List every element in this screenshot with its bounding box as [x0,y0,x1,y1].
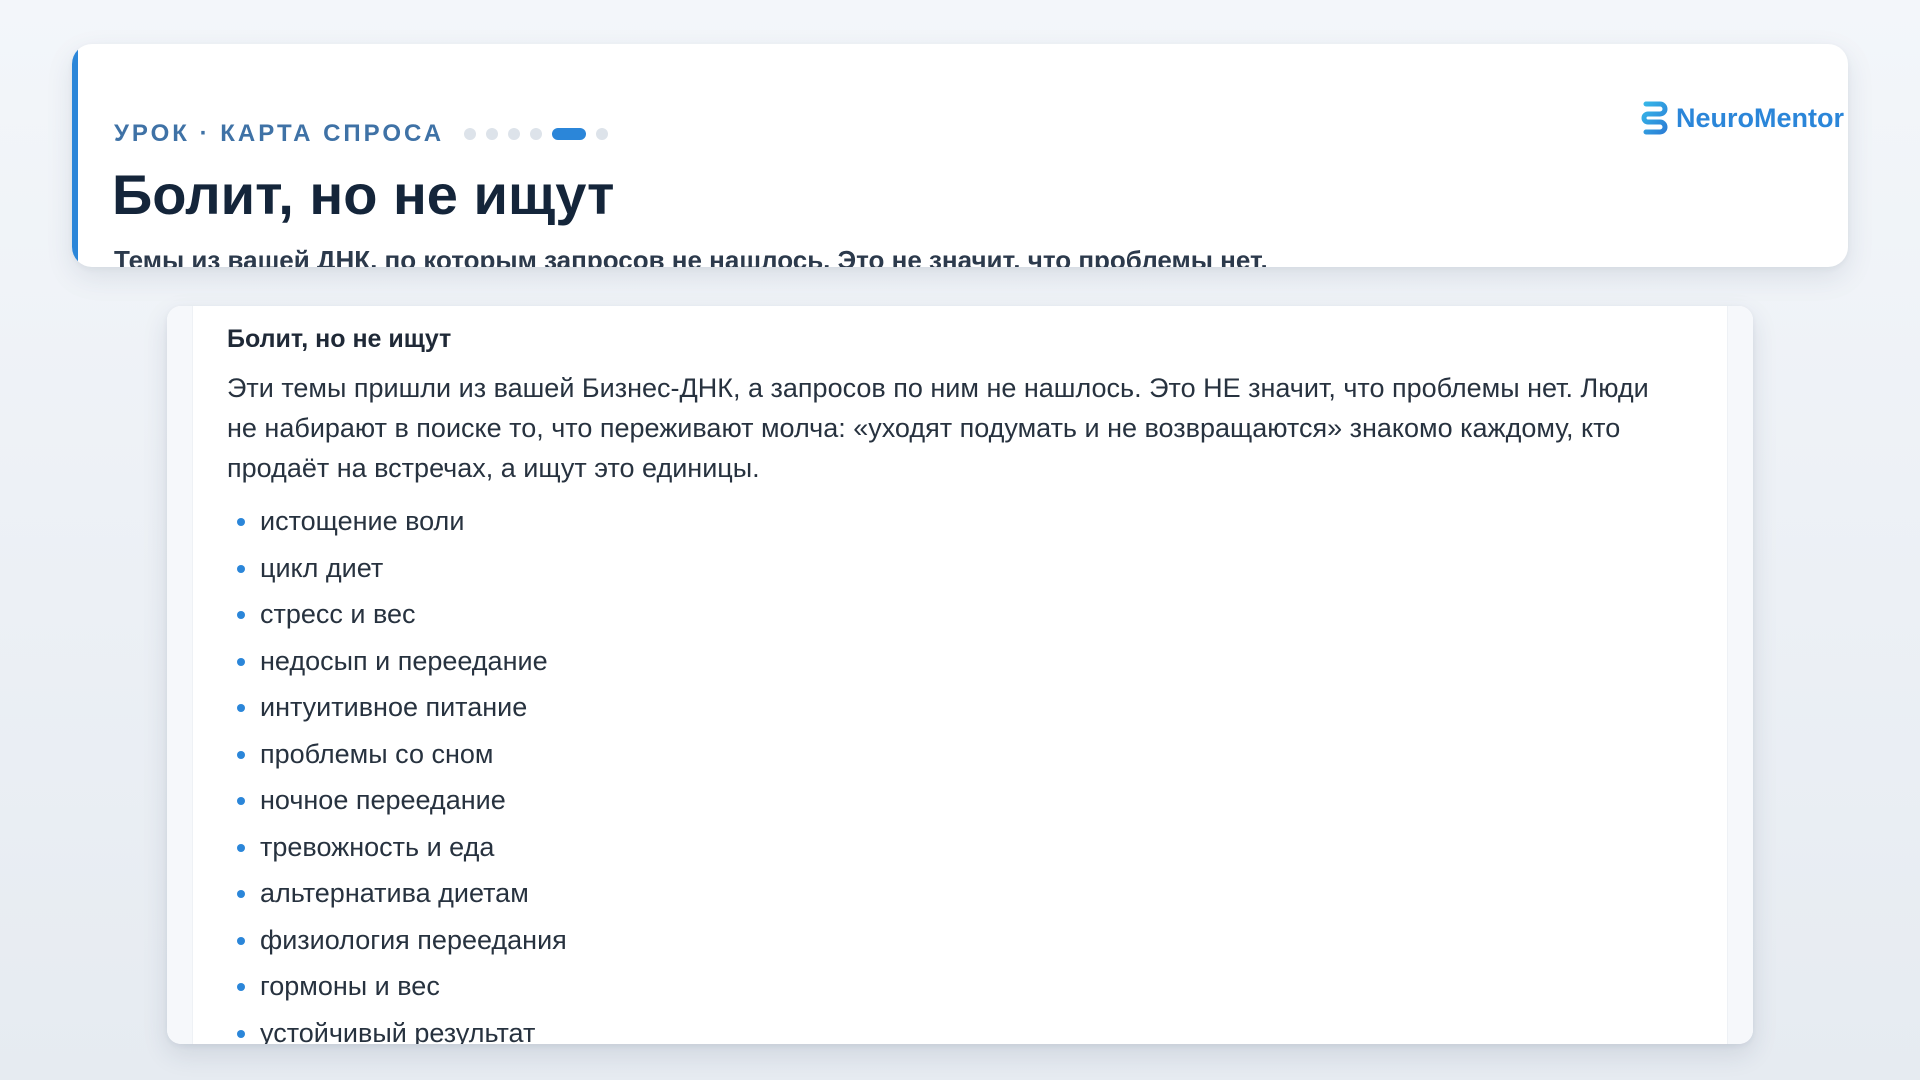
bullet-icon [237,564,245,573]
progress-dot [530,128,543,140]
content-inner: Болит, но не ищут Эти темы пришли из ваш… [227,316,1693,1044]
bullet-icon [237,750,245,759]
list-item: тревожность и еда [227,824,1693,871]
list-item: интуитивное питание [227,684,1693,731]
bullet-icon [237,797,245,805]
section-description: Эти темы пришли из вашей Бизнес-ДНК, а з… [227,373,1649,483]
topic-label: истощение воли [260,506,465,536]
page-subtitle: Темы из вашей ДНК, по которым запросов н… [114,245,1268,267]
lesson-progress-dots [464,128,618,140]
topic-label: альтернатива диетам [260,878,529,908]
progress-dot [508,128,521,140]
brain-logo-icon [1640,101,1668,135]
topic-label: интуитивное питание [260,692,528,722]
topic-label: физиология переедания [260,924,567,955]
list-item: альтернатива диетам [227,870,1693,917]
list-item: цикл диет [227,545,1693,592]
bullet-icon [237,611,245,619]
topic-label: устойчивый результат [260,1017,536,1045]
list-item: стресс и вес [227,591,1693,638]
list-item: физиология переедания [227,917,1693,964]
list-item: проблемы со сном [227,731,1693,778]
page-title: Болит, но не ищут [112,163,615,226]
bullet-icon [237,1029,245,1038]
bullet-icon [237,936,245,945]
bullet-icon [237,657,245,666]
list-item: недосып и переедание [227,638,1693,685]
topic-label: проблемы со сном [260,738,494,769]
progress-dot-current [552,128,587,140]
topic-label: тревожность и еда [260,831,495,862]
list-item: устойчивый результат [227,1010,1693,1045]
bullet-icon [237,704,245,712]
bullet-icon [237,843,245,852]
topic-label: стресс и вес [260,599,416,629]
progress-dot [486,128,499,140]
brand-logo: NeuroMentor [1638,100,1844,136]
list-item: гормоны и вес [227,963,1693,1010]
lesson-eyebrow-row: УРОК · КАРТА СПРОСА [114,120,618,148]
topic-label: недосып и переедание [260,645,548,676]
list-item: истощение воли [227,498,1693,545]
topic-label: цикл диет [260,552,384,583]
progress-dot [596,128,609,140]
lesson-eyebrow: УРОК · КАРТА СПРОСА [114,120,445,147]
topic-label: ночное переедание [260,785,506,815]
lesson-header-card: УРОК · КАРТА СПРОСА Болит, но не ищут Те… [72,44,1848,267]
bullet-icon [237,890,245,898]
topic-list: истощение воли цикл диет стресс и вес не… [227,498,1693,1044]
progress-dot [464,128,477,140]
content-panel[interactable]: Болит, но не ищут Эти темы пришли из ваш… [167,306,1753,1044]
bullet-icon [237,518,245,526]
list-item: ночное переедание [227,777,1693,824]
brand-name: NeuroMentor [1676,103,1844,133]
topic-label: гормоны и вес [260,971,440,1001]
section-title: Болит, но не ищут [227,325,452,353]
bullet-icon [237,983,245,991]
